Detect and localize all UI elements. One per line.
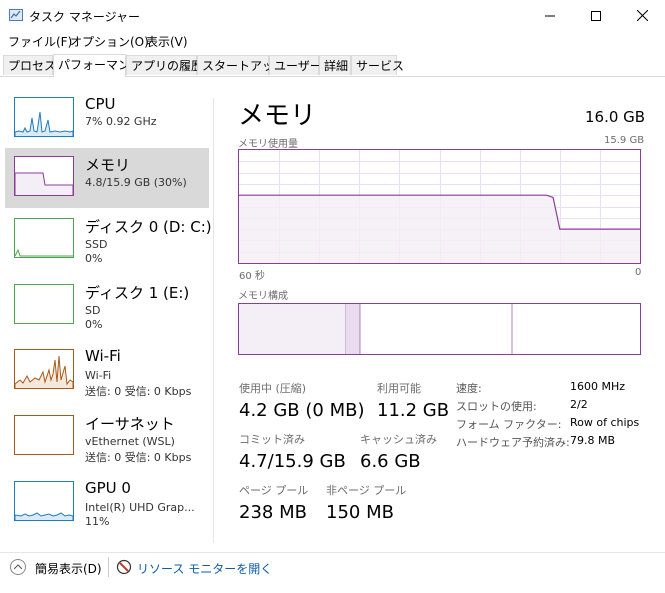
page-title: メモリ — [238, 101, 317, 131]
tab-performance[interactable]: パフォーマンス — [53, 54, 142, 77]
tab-processes[interactable]: プロセス — [3, 55, 56, 75]
menu-view[interactable]: 表示(V) — [146, 33, 188, 50]
sidebar-item-ethernet[interactable]: イーサネット vEthernet (WSL) 送信: 0 受信: 0 Kbps — [5, 407, 209, 467]
cpu-thumbnail-graph — [14, 97, 74, 137]
wifi-throughput: 送信: 0 受信: 0 Kbps — [85, 385, 192, 398]
sidebar-item-cpu[interactable]: CPU 7% 0.92 GHz — [5, 89, 209, 149]
disk-1-type: SD — [85, 304, 101, 317]
tab-services[interactable]: サービス — [351, 55, 404, 75]
sidebar-item-wifi[interactable]: Wi-Fi Wi-Fi 送信: 0 受信: 0 Kbps — [5, 341, 209, 401]
sidebar-item-memory[interactable]: メモリ 4.8/15.9 GB (30%) — [5, 148, 209, 208]
fewer-details-button[interactable]: 簡易表示(D) — [35, 560, 102, 577]
menu-file[interactable]: ファイル(F) — [8, 33, 72, 50]
slots-value: 2/2 — [570, 398, 588, 411]
wifi-adapter: Wi-Fi — [85, 369, 112, 382]
ethernet-throughput: 送信: 0 受信: 0 Kbps — [85, 451, 192, 464]
close-button[interactable] — [619, 0, 665, 31]
form-factor-label: フォーム ファクター: — [456, 418, 562, 431]
memory-usage-text: 4.8/15.9 GB (30%) — [85, 176, 187, 189]
close-icon — [636, 10, 648, 21]
disk-1-thumbnail-graph — [14, 284, 74, 324]
disk-1-title: ディスク 1 (E:) — [85, 284, 190, 302]
speed-label: 速度: — [456, 382, 482, 395]
gpu-model: Intel(R) UHD Grap... — [85, 501, 195, 514]
available-label: 利用可能 — [377, 382, 421, 395]
resource-monitor-icon — [116, 559, 132, 575]
speed-value: 1600 MHz — [570, 380, 626, 393]
footer-separator — [108, 557, 109, 577]
minimize-icon — [545, 15, 555, 16]
paged-pool-value: 238 MB — [239, 502, 307, 523]
composition-graph-label: メモリ構成 — [238, 291, 288, 302]
memory-thumbnail-graph — [14, 156, 74, 196]
memory-usage-graph — [238, 149, 641, 264]
disk-0-title: ディスク 0 (D: C:) — [85, 218, 212, 236]
committed-value: 4.7/15.9 GB — [239, 451, 346, 472]
memory-composition-graph — [238, 303, 641, 355]
menu-options[interactable]: オプション(O) — [70, 33, 149, 50]
memory-total: 16.0 GB — [585, 108, 646, 126]
tab-users[interactable]: ユーザー — [269, 55, 322, 75]
wifi-title: Wi-Fi — [85, 347, 121, 365]
sidebar-item-disk-1[interactable]: ディスク 1 (E:) SD 0% — [5, 276, 209, 336]
ethernet-adapter: vEthernet (WSL) — [85, 435, 175, 448]
ethernet-title: イーサネット — [85, 415, 175, 433]
tab-startup[interactable]: スタートアップ — [197, 55, 286, 75]
cpu-usage-text: 7% 0.92 GHz — [85, 115, 157, 128]
form-factor-value: Row of chips — [570, 416, 640, 429]
gpu-title: GPU 0 — [85, 479, 131, 497]
composition-in-use — [239, 304, 346, 354]
time-axis-start: 60 秒 — [239, 271, 265, 282]
task-manager-app-icon — [9, 9, 23, 21]
paged-pool-label: ページ プール — [239, 484, 309, 497]
ethernet-thumbnail-graph — [14, 415, 74, 455]
disk-0-type: SSD — [85, 238, 108, 251]
in-use-label: 使用中 (圧縮) — [239, 382, 307, 395]
slots-label: スロットの使用: — [456, 400, 537, 413]
minimize-button[interactable] — [527, 0, 573, 31]
memory-usage-chart — [239, 150, 640, 263]
usage-graph-label: メモリ使用量 — [238, 139, 298, 150]
usage-graph-max: 15.9 GB — [604, 135, 645, 146]
hardware-reserved-value: 79.8 MB — [570, 434, 616, 447]
hardware-reserved-label: ハードウェア予約済み: — [456, 436, 570, 449]
available-value: 11.2 GB — [377, 400, 450, 421]
composition-modified — [346, 304, 360, 354]
gpu-thumbnail-graph — [14, 481, 74, 521]
nonpaged-pool-value: 150 MB — [326, 502, 394, 523]
in-use-value: 4.2 GB (0 MB) — [239, 400, 365, 421]
tab-details[interactable]: 詳細 — [319, 55, 351, 75]
cached-label: キャッシュ済み — [360, 433, 437, 446]
gpu-usage: 11% — [85, 515, 110, 528]
disk-0-usage: 0% — [85, 252, 103, 265]
tab-app-history[interactable]: アプリの履歴 — [126, 55, 203, 75]
committed-label: コミット済み — [239, 433, 305, 446]
performance-sidebar: CPU 7% 0.92 GHz メモリ 4.8/15.9 GB (30%) ディ… — [0, 77, 213, 542]
maximize-button[interactable] — [573, 0, 619, 31]
cpu-title: CPU — [85, 95, 116, 113]
open-resource-monitor-link[interactable]: リソース モニターを開く — [137, 560, 272, 577]
time-axis-end: 0 — [635, 267, 642, 278]
cached-value: 6.6 GB — [360, 451, 421, 472]
maximize-icon — [591, 10, 601, 21]
window-title: タスク マネージャー — [29, 10, 140, 24]
disk-1-usage: 0% — [85, 318, 103, 331]
sidebar-item-disk-0[interactable]: ディスク 0 (D: C:) SSD 0% — [5, 210, 212, 270]
disk-0-thumbnail-graph — [14, 218, 74, 258]
panel-divider — [213, 98, 214, 543]
nonpaged-pool-label: 非ページ プール — [326, 484, 407, 497]
wifi-thumbnail-graph — [14, 349, 74, 389]
sidebar-item-gpu[interactable]: GPU 0 Intel(R) UHD Grap... 11% — [5, 473, 209, 533]
chevron-up-icon[interactable] — [10, 559, 26, 575]
memory-title: メモリ — [85, 156, 131, 174]
